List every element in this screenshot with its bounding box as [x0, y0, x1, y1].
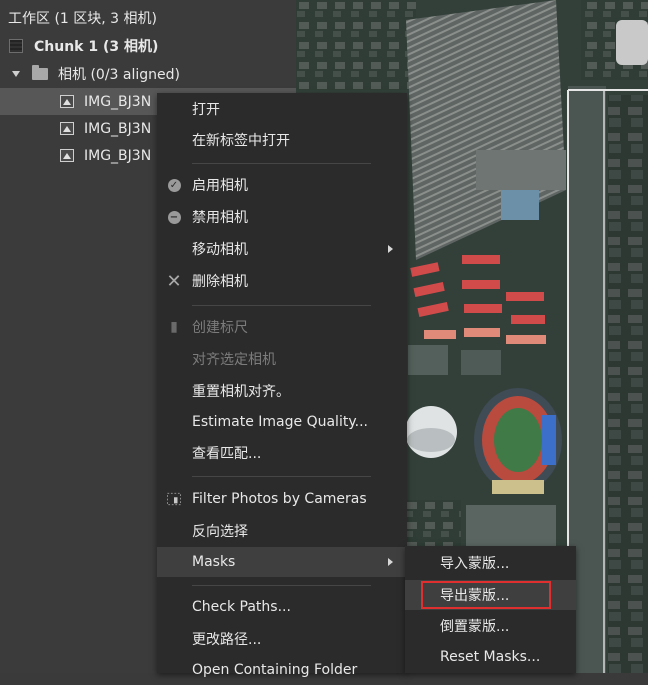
menu-item-invert-masks[interactable]: 倒置蒙版...	[405, 611, 576, 641]
menu-item-label: 删除相机	[192, 274, 248, 290]
menu-item-align-selected[interactable]: 对齐选定相机	[157, 344, 407, 374]
tree-photo-label: IMG_BJ3N	[84, 120, 152, 137]
menu-item-open-new-tab[interactable]: 在新标签中打开	[157, 125, 407, 155]
menu-item-reset-alignment[interactable]: 重置相机对齐。	[157, 376, 407, 406]
submenu-arrow-icon	[388, 558, 393, 566]
filter-photos-icon	[167, 492, 181, 506]
menu-item-label: 移动相机	[192, 242, 248, 258]
menu-item-label: 更改路径...	[192, 632, 262, 648]
minus-circle-icon: −	[167, 210, 181, 224]
menu-item-label: 禁用相机	[192, 210, 248, 226]
menu-item-label: Check Paths...	[192, 599, 291, 615]
masks-submenu: 导入蒙版... 导出蒙版... 倒置蒙版... Reset Masks...	[405, 546, 576, 673]
menu-item-enable-cameras[interactable]: ✓ 启用相机	[157, 170, 407, 200]
submenu-arrow-icon	[388, 245, 393, 253]
menu-item-invert-selection[interactable]: 反向选择	[157, 516, 407, 546]
menu-item-move-cameras[interactable]: 移动相机	[157, 234, 407, 264]
tree-photo-label: IMG_BJ3N	[84, 93, 152, 110]
close-icon: ✕	[166, 270, 182, 292]
menu-item-disable-cameras[interactable]: − 禁用相机	[157, 202, 407, 232]
menu-item-label: 创建标尺	[192, 320, 248, 336]
menu-item-label: Open Containing Folder	[192, 662, 358, 678]
menu-item-label: 倒置蒙版...	[440, 619, 510, 635]
menu-item-change-path[interactable]: 更改路径...	[157, 624, 407, 654]
menu-item-label: 打开	[192, 102, 220, 118]
camera-context-menu: 打开 在新标签中打开 ✓ 启用相机 − 禁用相机 移动相机 ✕ 删除相机 ▮ 创…	[157, 93, 407, 678]
menu-separator	[192, 163, 371, 164]
photo-icon	[60, 95, 74, 108]
ruler-icon: ▮	[170, 319, 178, 335]
menu-item-masks[interactable]: Masks	[157, 547, 407, 577]
tree-chunk-label: Chunk 1 (3 相机)	[34, 38, 159, 55]
folder-icon	[32, 64, 48, 80]
highlight-annotation-box	[421, 581, 551, 609]
expand-arrow-icon[interactable]	[12, 70, 20, 77]
menu-item-label: Masks	[192, 554, 236, 570]
menu-separator	[192, 476, 371, 477]
menu-item-filter-photos[interactable]: Filter Photos by Cameras	[157, 484, 407, 514]
menu-item-label: 反向选择	[192, 524, 248, 540]
menu-item-label: Reset Masks...	[440, 649, 541, 665]
menu-item-open-folder[interactable]: Open Containing Folder	[157, 655, 407, 685]
photo-icon	[60, 122, 74, 135]
menu-separator	[192, 585, 371, 586]
menu-item-label: Filter Photos by Cameras	[192, 491, 367, 507]
chunk-icon	[9, 38, 23, 53]
menu-item-estimate-quality[interactable]: Estimate Image Quality...	[157, 407, 407, 437]
menu-item-delete-cameras[interactable]: ✕ 删除相机	[157, 266, 407, 296]
photo-icon	[60, 149, 74, 162]
menu-item-label: 在新标签中打开	[192, 133, 290, 149]
menu-item-check-paths[interactable]: Check Paths...	[157, 592, 407, 622]
check-circle-icon: ✓	[167, 178, 181, 192]
menu-item-label: 查看匹配...	[192, 446, 262, 462]
menu-item-label: 对齐选定相机	[192, 352, 276, 368]
menu-item-label: 导入蒙版...	[440, 556, 510, 572]
menu-item-create-scale-bar[interactable]: ▮ 创建标尺	[157, 312, 407, 342]
tree-workspace-label: 工作区 (1 区块, 3 相机)	[8, 10, 157, 27]
tree-cameras-folder-label: 相机 (0/3 aligned)	[58, 66, 180, 83]
menu-item-import-masks[interactable]: 导入蒙版...	[405, 548, 576, 578]
tree-workspace-row[interactable]: 工作区 (1 区块, 3 相机)	[0, 4, 296, 31]
menu-item-label: 启用相机	[192, 178, 248, 194]
tree-chunk-row[interactable]: Chunk 1 (3 相机)	[0, 32, 296, 59]
tree-photo-label: IMG_BJ3N	[84, 147, 152, 164]
menu-item-view-matches[interactable]: 查看匹配...	[157, 438, 407, 468]
menu-item-open[interactable]: 打开	[157, 94, 407, 124]
menu-item-label: Estimate Image Quality...	[192, 414, 368, 430]
tree-cameras-folder-row[interactable]: 相机 (0/3 aligned)	[0, 60, 296, 87]
menu-item-label: 重置相机对齐。	[192, 384, 290, 400]
menu-separator	[192, 305, 371, 306]
menu-item-reset-masks[interactable]: Reset Masks...	[405, 642, 576, 672]
